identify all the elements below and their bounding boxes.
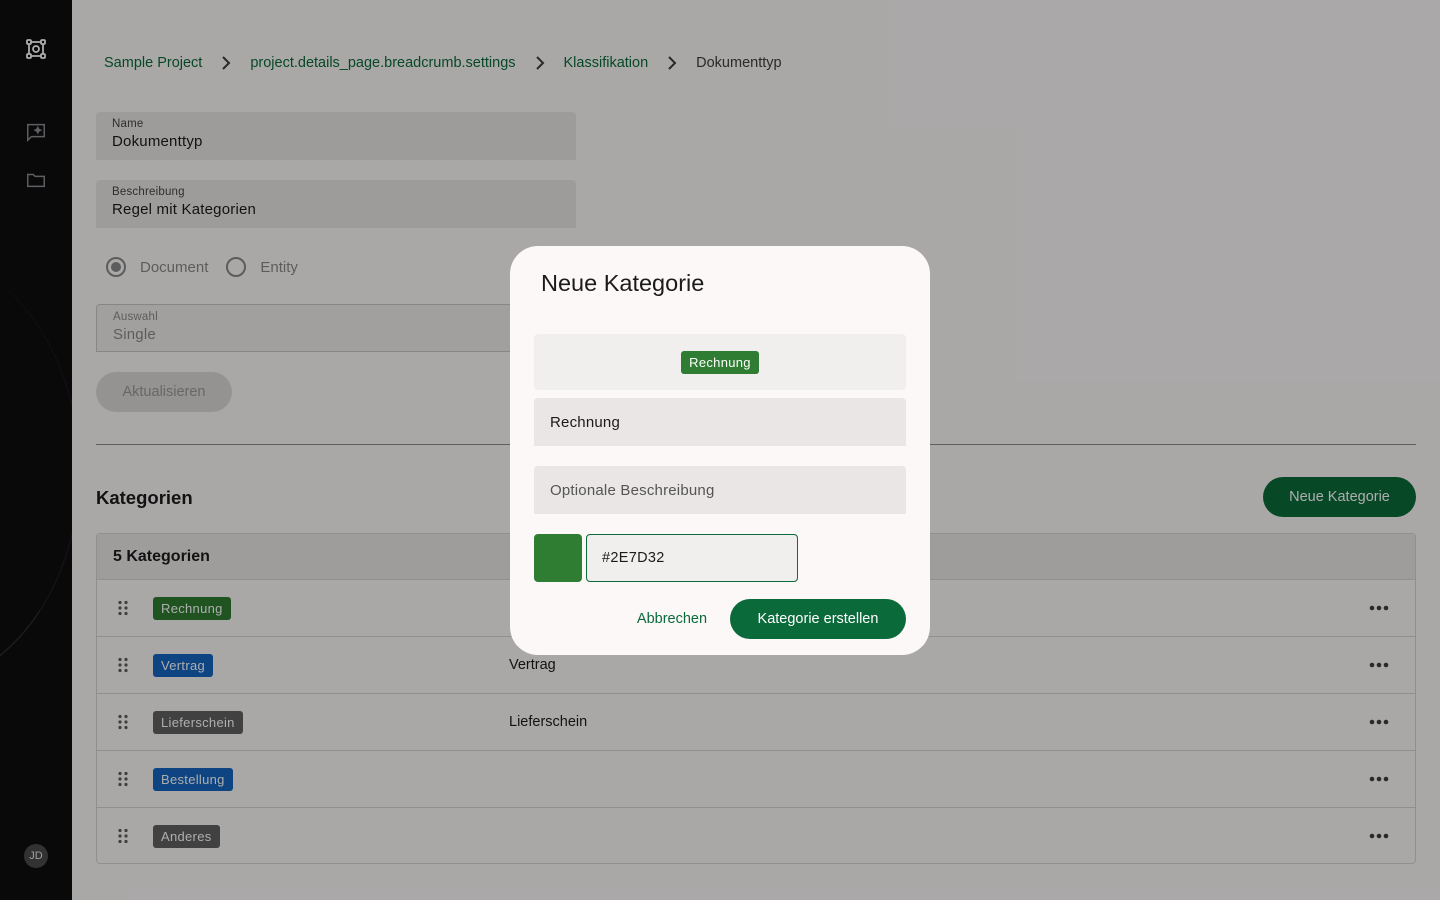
category-name-input[interactable]: Rechnung xyxy=(534,398,906,446)
preview-tag: Rechnung xyxy=(681,350,759,374)
new-category-dialog: Neue Kategorie Rechnung Rechnung Optiona… xyxy=(510,246,930,655)
dialog-title: Neue Kategorie xyxy=(541,270,705,296)
cancel-button[interactable]: Abbrechen xyxy=(627,599,717,639)
color-hex-input[interactable]: #2E7D32 xyxy=(586,534,798,582)
color-swatch[interactable] xyxy=(534,534,582,582)
create-category-button[interactable]: Kategorie erstellen xyxy=(730,599,906,639)
tag-preview: Rechnung xyxy=(534,334,906,390)
category-description-input[interactable]: Optionale Beschreibung xyxy=(534,466,906,514)
